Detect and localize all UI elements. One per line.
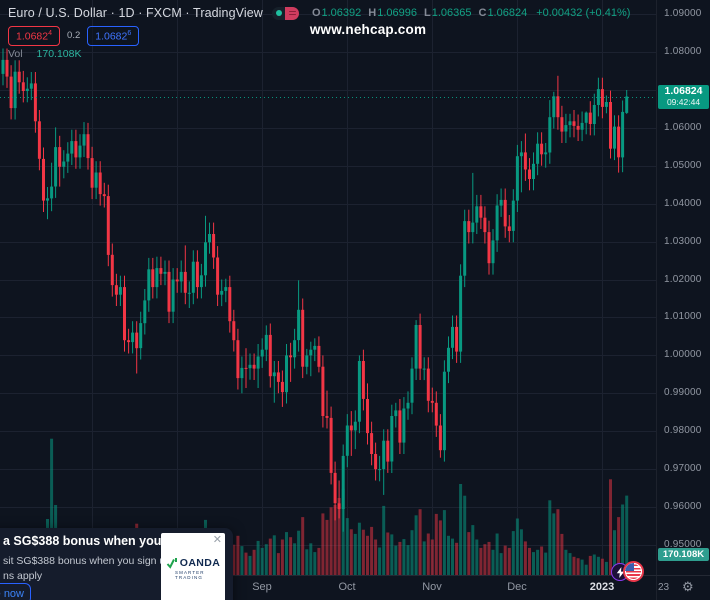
sell-price-button[interactable]: 1.06824 (8, 26, 60, 46)
bid-ask-row: 1.06824 0.2 1.06826 (8, 26, 139, 46)
trade-now-button[interactable]: ade now (0, 583, 31, 600)
utc-clock: 23 (658, 582, 669, 593)
ohlc-item: C1.06824 (478, 7, 527, 19)
volume-indicator-row: Vol 170.108K (8, 48, 82, 60)
oanda-candle-check-icon (166, 557, 178, 569)
volume-axis-label: 170.108K (658, 548, 709, 561)
gear-icon[interactable]: ⚙ (682, 579, 694, 595)
oanda-brand-name: OANDA (180, 557, 221, 569)
ad-close-icon[interactable]: ✕ (213, 533, 222, 547)
oanda-tagline: SMARTER TRADING (175, 570, 225, 580)
time-axis-tick-label: 2023 (590, 581, 614, 593)
price-axis[interactable]: 1.06824 09:42:44 170.108K 1.09000 1.08000… (656, 0, 710, 575)
advertiser-card: ✕ OANDA SMARTER TRADING (161, 533, 225, 600)
symbol-title[interactable]: Euro / U.S. Dollar · 1D · FXCM · Trading… (8, 6, 263, 20)
price-axis-tick-label: 1.03000 (664, 236, 702, 247)
oanda-logo: OANDA SMARTER TRADING (161, 557, 225, 580)
ohlc-item: L1.06365 (424, 7, 472, 19)
price-axis-tick-label: 1.09000 (664, 8, 702, 19)
us-flag-event-icon[interactable] (623, 561, 644, 582)
price-axis-tick-label: 1.00000 (664, 349, 702, 360)
price-axis-tick-label: 1.08000 (664, 46, 702, 57)
price-axis-tick-label: 0.99000 (664, 387, 702, 398)
time-axis-tick-label: Sep (252, 581, 272, 593)
us-flag-stripes (625, 563, 642, 580)
time-axis-tick-label: Oct (338, 581, 355, 593)
ohlc-item: O1.06392 (312, 7, 361, 19)
last-price-value: 1.06824 (658, 86, 709, 97)
price-axis-tick-label: 1.01000 (664, 311, 702, 322)
price-axis-tick-label: 0.97000 (664, 463, 702, 474)
price-chart-canvas[interactable] (0, 0, 656, 575)
ad-subtext: sit SG$388 bonus when you sign up. (3, 555, 174, 567)
ad-terms-text: ns apply (3, 570, 42, 582)
ad-banner[interactable]: a SG$388 bonus when you sign up. sit SG$… (0, 528, 233, 600)
price-axis-tick-label: 1.04000 (664, 198, 702, 209)
price-axis-tick-label: 1.06000 (664, 122, 702, 133)
toggle-left-segment (272, 7, 286, 20)
tradingview-chart-window: www.nehcap.com Euro / U.S. Dollar · 1D ·… (0, 0, 710, 600)
menu-lines-icon (285, 7, 299, 20)
price-axis-tick-label: 0.98000 (664, 425, 702, 436)
ohlc-values: O1.06392 H1.06996 L1.06365 C1.06824 (312, 7, 527, 19)
ohlc-item: H1.06996 (368, 7, 417, 19)
buy-price-button[interactable]: 1.06826 (87, 26, 139, 46)
price-axis-tick-label: 1.02000 (664, 274, 702, 285)
price-axis-tick-label: 0.96000 (664, 501, 702, 512)
price-axis-tick-label: 1.05000 (664, 160, 702, 171)
green-dot-icon (276, 10, 282, 16)
bar-countdown: 09:42:44 (658, 97, 709, 107)
volume-indicator-label: Vol (8, 48, 23, 60)
time-axis-tick-label: Nov (422, 581, 442, 593)
spread-value: 0.2 (67, 30, 80, 41)
volume-indicator-value: 170.108K (37, 48, 82, 60)
axis-corner-divider (656, 576, 657, 600)
us-flag-canton (625, 563, 634, 571)
change-value: +0.00432 (+0.41%) (536, 7, 630, 19)
time-axis-tick-label: Dec (507, 581, 527, 593)
chart-header: Euro / U.S. Dollar · 1D · FXCM · Trading… (8, 6, 630, 20)
last-price-label: 1.06824 09:42:44 (658, 85, 709, 109)
theme-toggle[interactable] (272, 7, 299, 20)
